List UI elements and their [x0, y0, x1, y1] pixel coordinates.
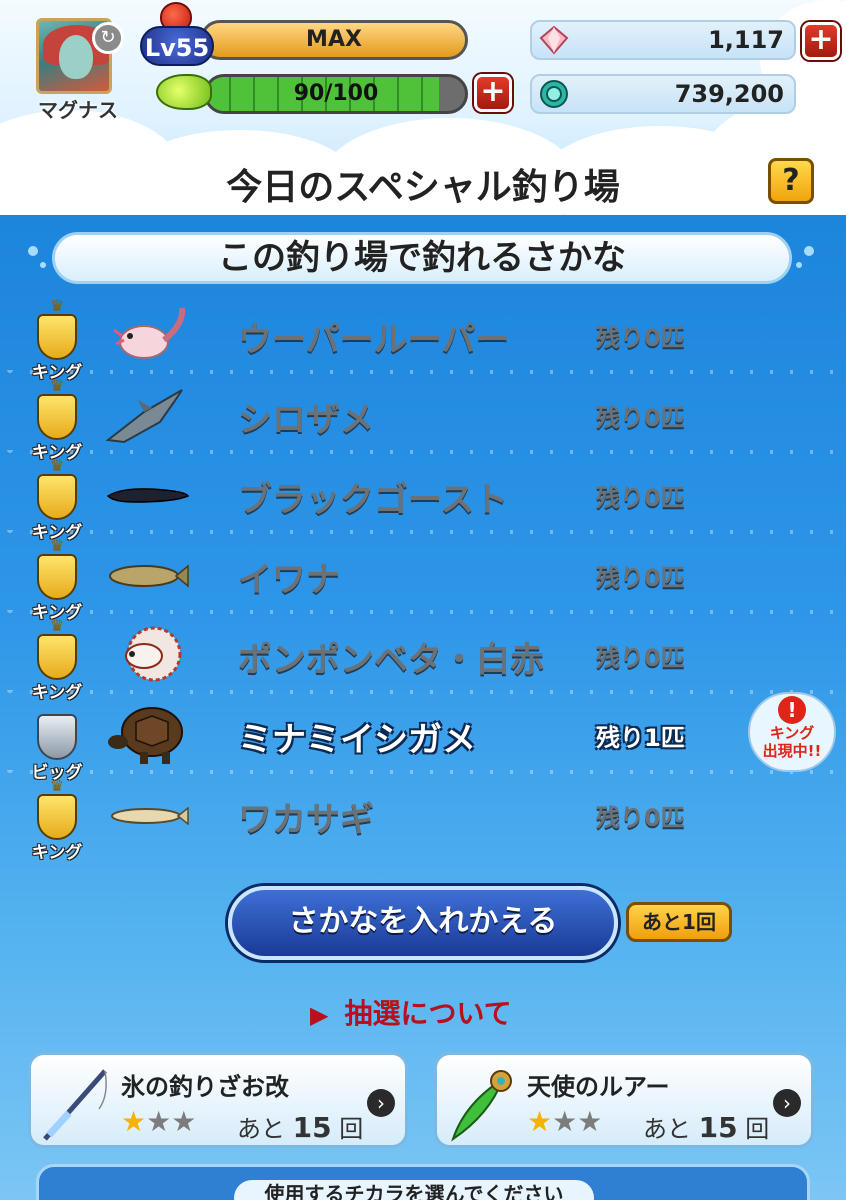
play-arrow-icon: ▶: [310, 1001, 329, 1029]
coin-icon: [540, 80, 568, 108]
equipment-card-lure[interactable]: 天使のルアー ★★★ あと 15 回 ›: [434, 1052, 814, 1148]
equipment-card-rod[interactable]: 氷の釣りざお改 ★★★ あと 15 回 ›: [28, 1052, 408, 1148]
king-rank-badge: ♛ キング: [26, 536, 88, 624]
page-title: 今日のスペシャル釣り場: [226, 167, 620, 208]
coin-balance: 739,200: [530, 74, 796, 114]
fish-remaining: 残り0匹: [596, 644, 685, 672]
betta-icon: [125, 626, 182, 682]
king-rank-badge: ♛ キング: [26, 616, 88, 704]
catchable-fish-header: この釣り場で釣れるさかな: [52, 232, 792, 284]
exclamation-icon: !: [778, 696, 806, 724]
chevron-right-icon[interactable]: ›: [773, 1089, 801, 1117]
fish-remaining: 残り0匹: [596, 564, 685, 592]
crown-icon: ♛: [49, 296, 65, 315]
crown-icon: ♛: [49, 376, 65, 395]
king-rank-badge: ♛ キング: [26, 376, 88, 464]
swap-fish-button[interactable]: さかなを入れかえる: [228, 886, 618, 960]
player-name: マグナス: [38, 98, 118, 122]
fish-remaining: 残り0匹: [596, 804, 685, 832]
stamina-value: 90/100: [293, 81, 379, 106]
fish-name: ミナミイシガメ: [238, 720, 476, 760]
big-rank-badge: ♛ ビッグ: [26, 698, 88, 783]
chevron-right-icon[interactable]: ›: [367, 1089, 395, 1117]
crown-icon: ♛: [49, 536, 65, 555]
star-rating: ★★★: [121, 1105, 197, 1138]
gem-balance: 1,117: [530, 20, 796, 60]
fish-name: イワナ: [238, 560, 340, 600]
king-rank-badge: ♛ キング: [26, 776, 88, 864]
power-select-label: 使用するチカラを選んでください: [234, 1180, 594, 1200]
fish-row[interactable]: ♛ キング ブラックゴースト 残り0匹: [0, 454, 846, 544]
gem-count: 1,117: [708, 26, 784, 54]
fish-row[interactable]: ♛ キング ポンポンベタ・白赤 残り0匹: [0, 614, 846, 704]
fish-row[interactable]: ♛ ビッグ ミナミイシガメ 残り1匹: [0, 694, 846, 783]
fish-remaining: 残り0匹: [596, 404, 685, 432]
fish-remaining: 残り0匹: [596, 484, 685, 512]
fish-remaining: 残り0匹: [596, 324, 685, 352]
stamina-bar: 90/100: [204, 74, 468, 114]
shark-icon: [105, 389, 183, 444]
lure-icon: [451, 1070, 512, 1142]
fish-name: ブラックゴースト: [238, 480, 509, 520]
fish-remaining: 残り1匹: [596, 724, 685, 752]
status-header: ↻ マグナス MAX Lv55 90/100 + 1,117 + 739,200…: [0, 0, 846, 215]
help-button[interactable]: ?: [768, 158, 814, 204]
coin-count: 739,200: [674, 80, 784, 108]
swap-avatar-icon[interactable]: ↻: [92, 22, 124, 54]
axolotl-icon: [113, 307, 186, 359]
add-stamina-button[interactable]: +: [474, 74, 512, 112]
fishing-rod-icon: [43, 1069, 107, 1141]
turtle-icon: [108, 707, 183, 764]
king-appearing-alert: ! キング 出現中!!: [748, 692, 836, 772]
fish-name: ポンポンベタ・白赤: [238, 640, 544, 680]
exp-bar: MAX: [200, 20, 468, 60]
fish-name: ワカサギ: [238, 800, 374, 840]
fish-name: シロザメ: [238, 400, 374, 440]
fish-row[interactable]: ♛ キング ウーパールーパー 残り0匹: [0, 294, 846, 384]
stamina-fish-icon: [156, 74, 212, 110]
crown-icon: ♛: [49, 776, 65, 795]
king-rank-badge: ♛ キング: [26, 456, 88, 544]
fish-row[interactable]: ♛ キング イワナ 残り0匹: [0, 534, 846, 624]
level-badge: Lv55: [140, 26, 214, 66]
ghost-knifefish-icon: [106, 488, 190, 503]
fish-name: ウーパールーパー: [238, 320, 510, 360]
crown-icon: ♛: [49, 456, 65, 475]
crown-icon: ♛: [49, 616, 65, 635]
star-rating: ★★★: [527, 1105, 603, 1138]
gem-icon: [539, 25, 569, 55]
king-rank-badge: ♛ キング: [26, 296, 88, 384]
char-fish-icon: [109, 564, 189, 588]
add-gems-button[interactable]: +: [802, 22, 840, 60]
swap-remaining-badge: あと1回: [626, 902, 732, 942]
fish-row[interactable]: ♛ キング シロザメ 残り0匹: [0, 374, 846, 464]
lottery-info-link[interactable]: ▶ 抽選について: [310, 992, 512, 1032]
smelt-icon: [111, 806, 189, 826]
fish-row[interactable]: ♛ キング ワカサギ 残り0匹: [0, 774, 846, 864]
